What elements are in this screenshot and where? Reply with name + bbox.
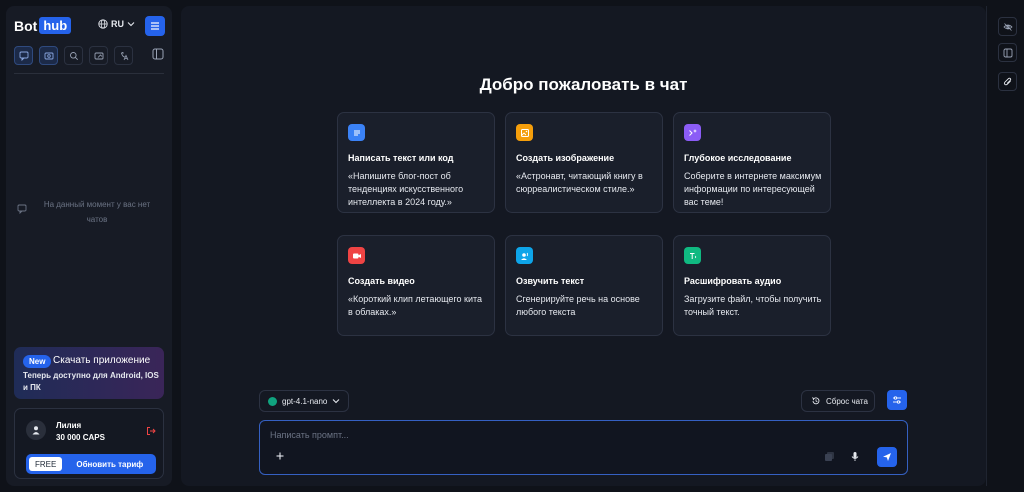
tool-media[interactable]	[89, 46, 108, 65]
model-selector[interactable]: gpt-4.1-nano	[259, 390, 349, 412]
language-selector[interactable]: RU	[98, 19, 135, 29]
tool-search[interactable]	[64, 46, 83, 65]
welcome-title: Добро пожаловать в чат	[479, 75, 688, 94]
eye-off-icon	[1002, 22, 1013, 32]
menu-button[interactable]	[145, 16, 165, 36]
send-button[interactable]	[877, 447, 897, 467]
search-icon	[69, 51, 79, 61]
sidebar: Bot hub RU На данный момент у вас нет ча…	[6, 6, 172, 486]
card-description: «Астронавт, читающий книгу в сюрреалисти…	[516, 171, 643, 194]
language-label: RU	[111, 19, 124, 29]
collapse-sidebar-button[interactable]	[152, 48, 164, 60]
logo-text-hub: hub	[39, 17, 72, 34]
card-description: Сгенерируйте речь на основе любого текст…	[516, 294, 640, 317]
right-rail	[986, 6, 1024, 486]
attachments-button[interactable]	[998, 72, 1017, 91]
card-create-video[interactable]: Создать видео «Короткий клип летающего к…	[337, 235, 495, 336]
microphone-icon[interactable]	[850, 451, 860, 462]
sidebar-panel-icon	[1003, 48, 1013, 58]
panel-button[interactable]	[998, 43, 1017, 62]
hide-button[interactable]	[998, 17, 1017, 36]
user-icon	[31, 425, 41, 435]
card-description: «Короткий клип летающего кита в облаках.…	[348, 294, 482, 317]
text-icon	[348, 124, 365, 141]
empty-chats-message: На данный момент у вас нет чатов	[43, 200, 151, 224]
user-name: Лилия	[56, 421, 82, 430]
prompt-box	[259, 420, 908, 475]
avatar[interactable]	[26, 420, 46, 440]
files-icon[interactable]	[824, 451, 835, 462]
logout-icon[interactable]	[146, 426, 156, 436]
sliders-icon	[892, 395, 902, 405]
logo-text-bot: Bot	[14, 17, 38, 34]
globe-icon	[98, 19, 108, 29]
chat-main: Добро пожаловать в чат Написать текст ил…	[181, 6, 986, 486]
tool-image[interactable]	[39, 46, 58, 65]
paperclip-icon	[1003, 77, 1013, 87]
promo-description: Теперь доступно для Android, IOS и ПК	[23, 371, 159, 392]
user-card: Лилия 30 000 CAPS FREE Обновить тариф	[14, 408, 164, 479]
card-deep-research[interactable]: Глубокое исследование Соберите в интерне…	[673, 112, 831, 213]
chat-settings-button[interactable]	[887, 390, 907, 410]
download-app-promo[interactable]: New Скачать приложение Теперь доступно д…	[14, 347, 164, 399]
card-description: Загрузите файл, чтобы получить точный те…	[684, 294, 822, 317]
reset-chat-button[interactable]: Сброс чата	[801, 390, 875, 412]
menu-icon	[150, 22, 160, 30]
research-icon	[684, 124, 701, 141]
video-icon	[348, 247, 365, 264]
tool-translate[interactable]	[114, 46, 133, 65]
model-name: gpt-4.1-nano	[282, 396, 328, 406]
chevron-down-icon	[332, 398, 340, 404]
voice-icon	[516, 247, 533, 264]
caps-balance: 30 000 CAPS	[56, 433, 105, 442]
card-title: Написать текст или код	[348, 153, 454, 163]
card-write-text[interactable]: Написать текст или код «Напишите блог-по…	[337, 112, 495, 213]
image-icon	[516, 124, 533, 141]
card-transcribe-audio[interactable]: Расшифровать аудио Загрузите файл, чтобы…	[673, 235, 831, 336]
new-badge: New	[23, 355, 52, 368]
card-title: Глубокое исследование	[684, 153, 792, 163]
chevron-down-icon	[127, 21, 135, 27]
plus-icon[interactable]	[275, 451, 285, 461]
media-icon	[94, 51, 104, 61]
card-title: Озвучить текст	[516, 276, 585, 286]
card-title: Создать видео	[348, 276, 415, 286]
plan-badge: FREE	[29, 457, 63, 471]
upgrade-plan-button[interactable]: FREE Обновить тариф	[26, 454, 156, 474]
tool-chat[interactable]	[14, 46, 33, 65]
card-title: Создать изображение	[516, 153, 615, 163]
card-voice-text[interactable]: Озвучить текст Сгенерируйте речь на осно…	[505, 235, 663, 336]
promo-title: Скачать приложение	[53, 355, 151, 366]
chat-icon	[19, 51, 29, 61]
card-description: Соберите в интернете максимум информации…	[684, 171, 822, 207]
send-icon	[882, 452, 892, 462]
empty-chat-icon	[17, 204, 27, 214]
card-create-image[interactable]: Создать изображение «Астронавт, читающий…	[505, 112, 663, 213]
card-description: «Напишите блог-пост об тенденциях искусс…	[348, 171, 464, 207]
openai-logo-icon	[268, 396, 277, 406]
transcribe-icon	[684, 247, 701, 264]
image-icon	[44, 51, 54, 61]
card-title: Расшифровать аудио	[684, 276, 782, 286]
translate-icon	[119, 51, 129, 61]
prompt-input[interactable]	[270, 427, 870, 443]
sidebar-tools	[14, 46, 133, 65]
reset-chat-label: Сброс чата	[826, 396, 868, 406]
upgrade-label: Обновить тариф	[76, 459, 144, 469]
sidebar-panel-icon	[152, 48, 164, 60]
history-icon	[811, 396, 821, 406]
logo[interactable]: Bot hub	[14, 17, 72, 34]
sidebar-divider	[14, 73, 164, 74]
